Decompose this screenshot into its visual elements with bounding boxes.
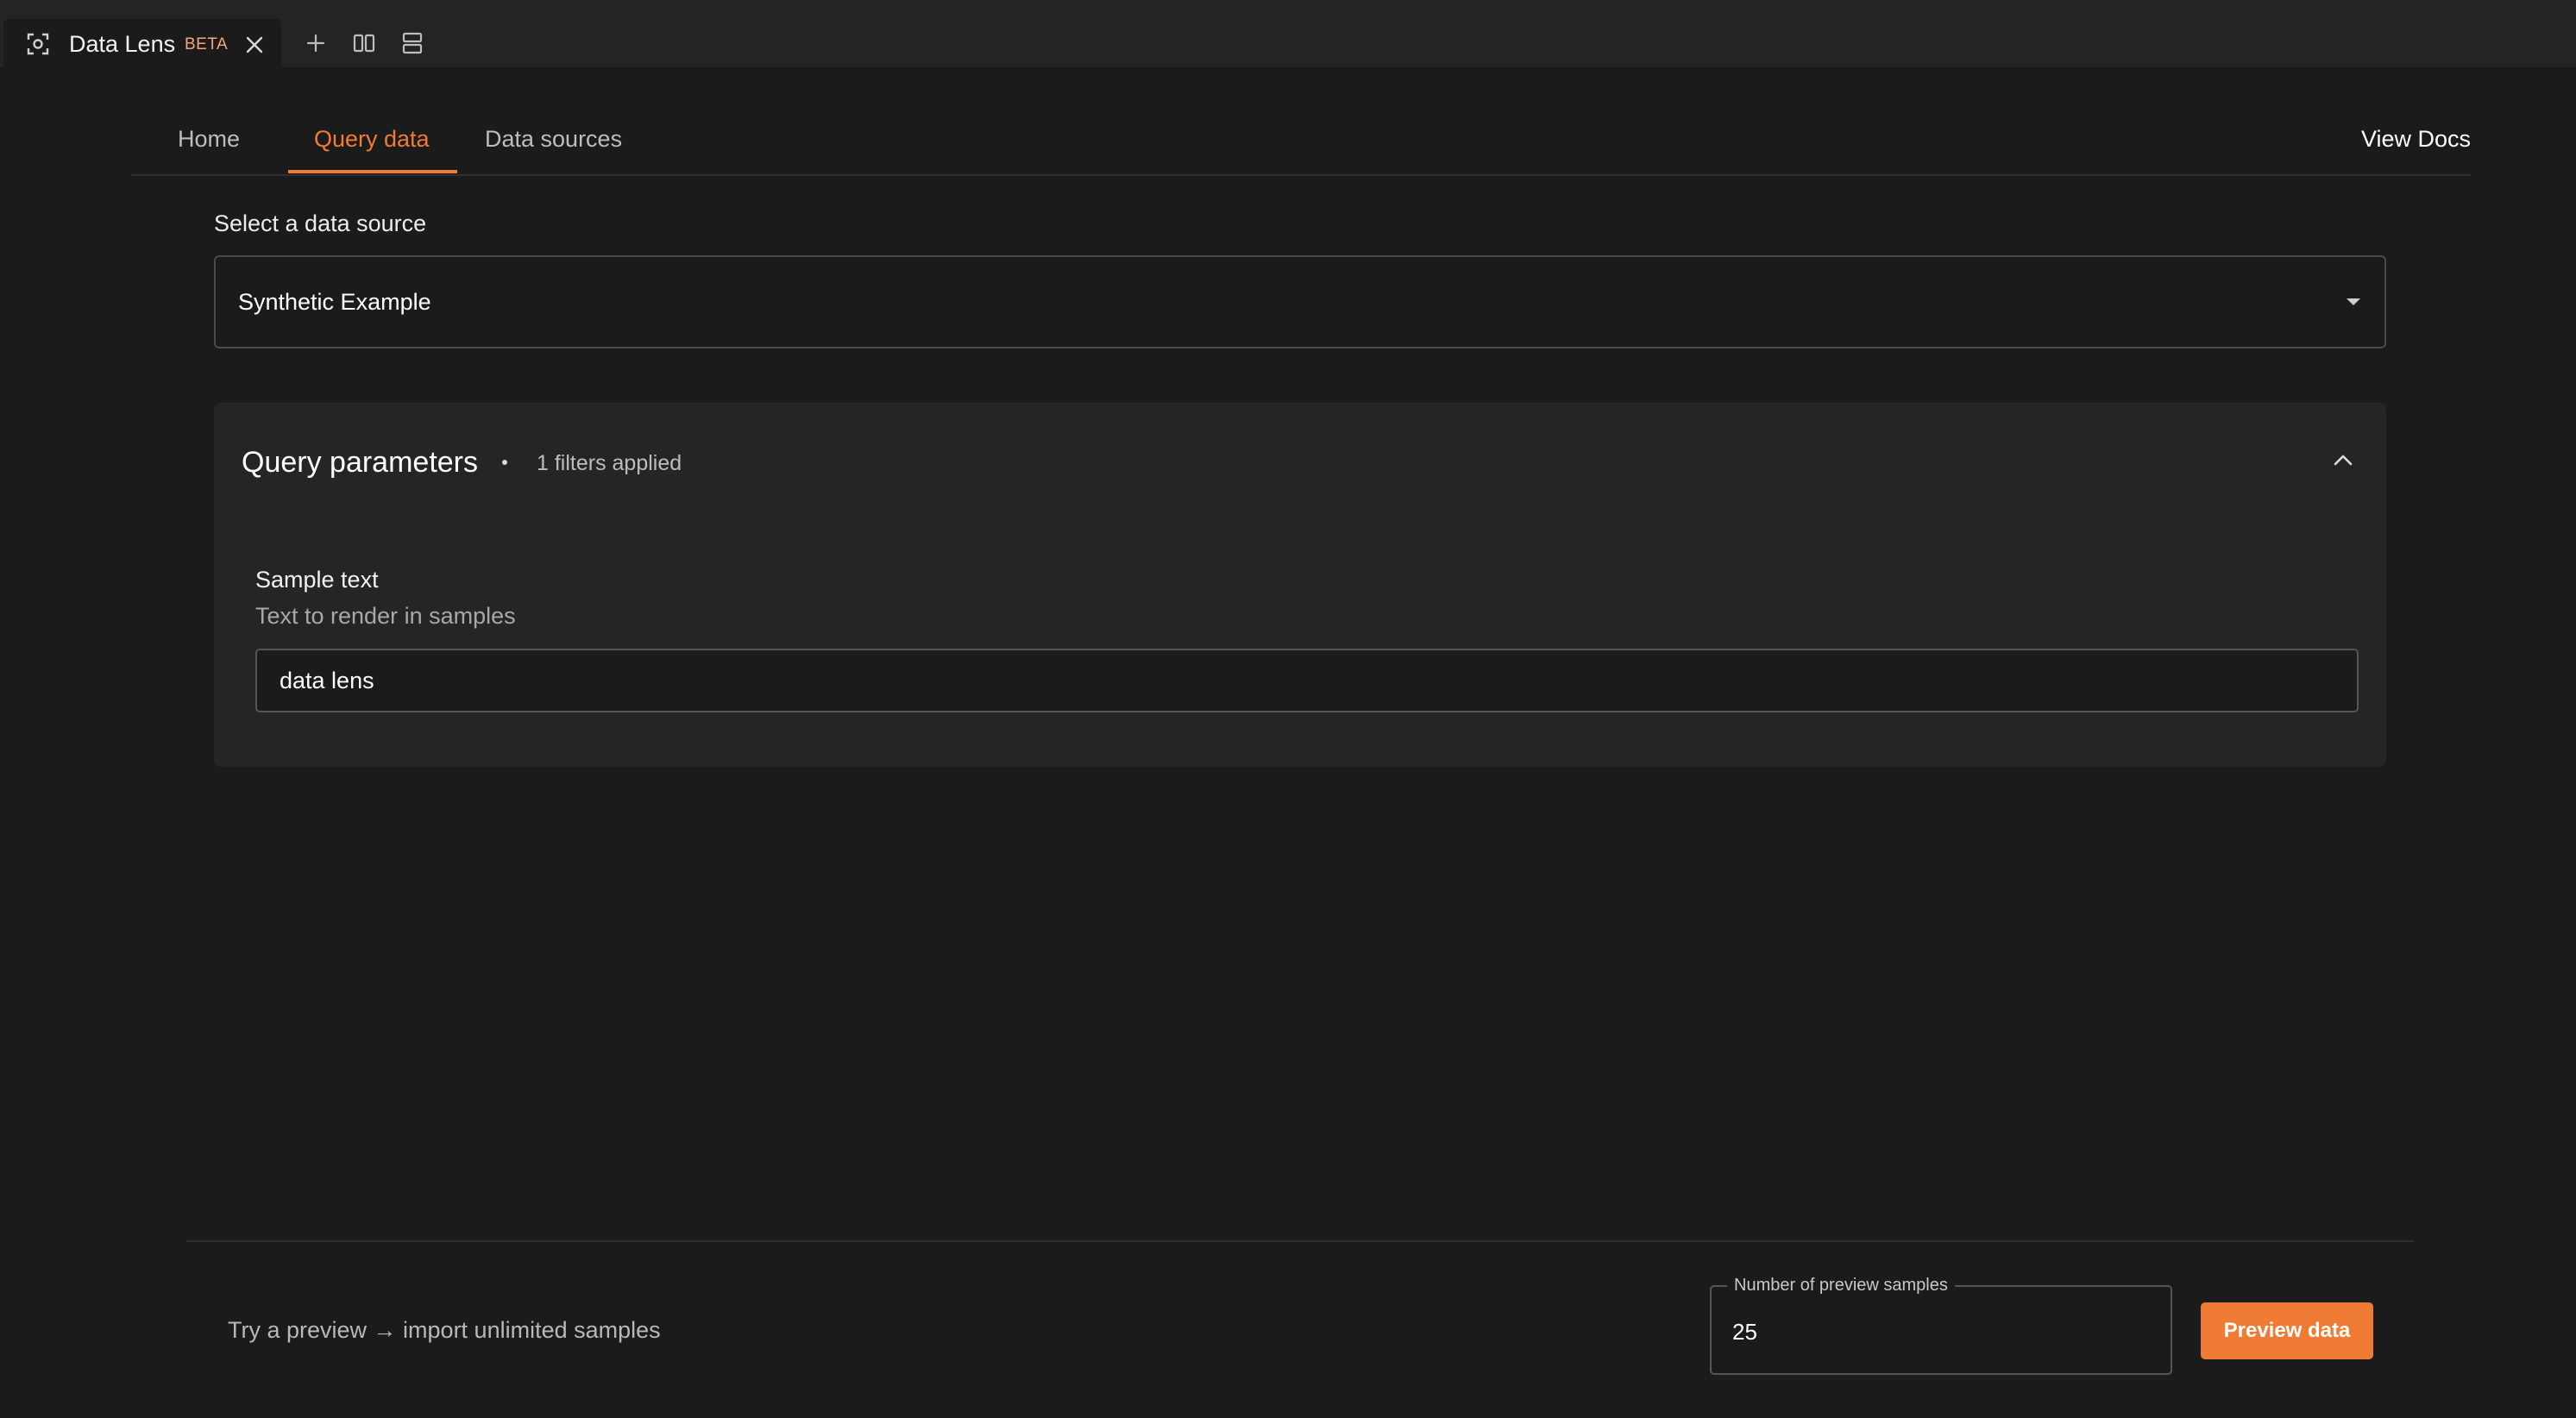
preview-samples-field[interactable]: Number of preview samples xyxy=(1710,1276,2172,1375)
nav-tab-home[interactable]: Home xyxy=(178,126,240,153)
preview-samples-input[interactable] xyxy=(1732,1316,2146,1347)
tab-bar: Data Lens BETA xyxy=(0,0,2576,67)
nav-tab-query-data[interactable]: Query data xyxy=(314,126,430,153)
beta-badge: BETA xyxy=(185,35,229,53)
separator-dot xyxy=(502,460,507,465)
chevron-up-icon[interactable] xyxy=(2333,453,2353,467)
sample-text-input[interactable] xyxy=(255,649,2359,712)
caret-down-icon xyxy=(2347,298,2360,305)
query-parameters-panel: Query parameters 1 filters applied Sampl… xyxy=(214,403,2386,767)
preview-hint: Try a preview → import unlimited samples xyxy=(228,1317,661,1343)
footer-divider xyxy=(186,1240,2414,1242)
data-source-select[interactable]: Synthetic Example xyxy=(214,255,2386,348)
preview-samples-label: Number of preview samples xyxy=(1727,1276,1955,1296)
filters-applied-count: 1 filters applied xyxy=(537,451,682,475)
data-source-value: Synthetic Example xyxy=(238,289,431,315)
main-nav: Home Query data Data sources View Docs xyxy=(131,91,2471,176)
view-docs-link[interactable]: View Docs xyxy=(2361,126,2471,153)
data-lens-tab[interactable]: Data Lens BETA xyxy=(3,19,281,67)
data-source-label: Select a data source xyxy=(214,210,427,236)
tab-title: Data Lens xyxy=(69,31,176,57)
query-parameters-header[interactable]: Query parameters 1 filters applied xyxy=(214,403,2386,524)
lens-scan-icon xyxy=(27,33,49,55)
sample-text-label: Sample text xyxy=(255,567,379,593)
active-tab-indicator xyxy=(288,170,457,173)
split-horizontal-icon[interactable] xyxy=(352,31,376,55)
preview-data-button[interactable]: Preview data xyxy=(2201,1302,2373,1359)
sample-text-description: Text to render in samples xyxy=(255,603,516,629)
plus-icon[interactable] xyxy=(304,31,328,55)
query-parameters-title: Query parameters xyxy=(242,446,478,479)
nav-tab-data-sources[interactable]: Data sources xyxy=(485,126,622,153)
close-tab-icon[interactable] xyxy=(243,34,266,56)
split-vertical-icon[interactable] xyxy=(400,31,424,55)
